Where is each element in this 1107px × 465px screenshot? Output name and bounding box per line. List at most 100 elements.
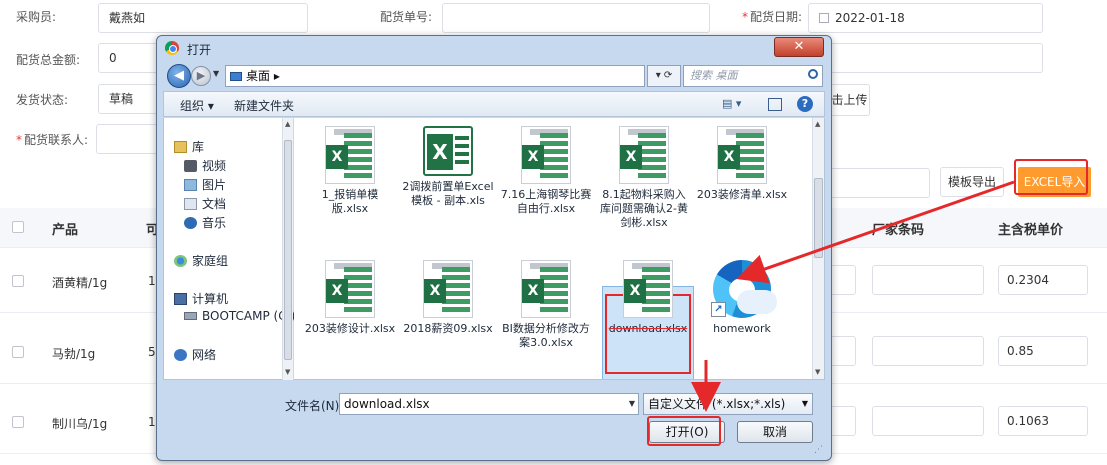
cell-barcode[interactable]	[872, 336, 984, 366]
new-folder-button[interactable]: 新建文件夹	[234, 97, 294, 114]
open-button-highlight	[647, 416, 721, 446]
order-no-field[interactable]	[442, 3, 710, 33]
file-item[interactable]: X 1_报销单模版.xlsx	[304, 126, 396, 216]
cell-input[interactable]	[828, 336, 856, 366]
total-label: 配货总金额:	[16, 53, 81, 67]
breadcrumb-chevron-icon[interactable]: ▸	[274, 69, 280, 83]
scroll-down-icon[interactable]: ▼	[815, 368, 820, 376]
buyer-label: 采购员:	[16, 10, 57, 24]
cell-price[interactable]: 0.1063	[998, 406, 1088, 436]
forward-arrow-icon[interactable]: ▶	[191, 66, 211, 86]
scroll-up-icon[interactable]: ▲	[815, 120, 820, 128]
library-icon	[174, 141, 187, 153]
buyer-field[interactable]: 戴燕如	[98, 3, 308, 33]
template-export-button[interactable]: 模板导出	[940, 167, 1004, 197]
network-icon	[174, 349, 187, 361]
file-item[interactable]: X 2调拨前置单Excel模板 - 副本.xls	[402, 126, 494, 208]
file-list-scroll-thumb[interactable]	[814, 178, 823, 258]
scroll-down-icon[interactable]: ▼	[285, 368, 290, 376]
filename-input[interactable]: download.xlsx ▼	[339, 393, 639, 415]
row-checkbox[interactable]	[12, 275, 24, 287]
sidebar-item-documents[interactable]: 文档	[184, 195, 226, 212]
total-field[interactable]: 0	[98, 43, 158, 73]
organize-menu[interactable]: 组织 ▾	[180, 97, 214, 114]
dialog-title: 打开	[187, 43, 212, 57]
file-type-select[interactable]: 自定义文件 (*.xlsx;*.xls) ▼	[643, 393, 813, 415]
sidebar-item-pictures[interactable]: 图片	[184, 176, 226, 193]
cancel-button[interactable]: 取消	[737, 421, 813, 443]
sidebar-item-bootcamp[interactable]: BOOTCAMP (C:)	[184, 309, 295, 323]
import-file-field[interactable]	[830, 168, 930, 198]
cell-barcode[interactable]	[872, 265, 984, 295]
contact-label: * 配货联系人:	[16, 133, 89, 147]
refresh-icon[interactable]: ▾ ⟳	[647, 65, 681, 87]
close-button[interactable]: ✕	[774, 37, 824, 57]
file-item[interactable]: X 203装修设计.xlsx	[304, 260, 396, 336]
video-icon	[184, 160, 197, 172]
address-text: 桌面	[246, 69, 271, 83]
select-all-checkbox[interactable]	[12, 221, 24, 233]
cell-product: 马勃/1g	[52, 347, 96, 361]
excel-file-icon: X	[623, 260, 673, 318]
file-type-dropdown-icon: ▼	[801, 399, 808, 408]
search-icon	[808, 69, 818, 79]
calendar-icon	[819, 13, 829, 23]
col-unit-price: 主含税单价	[998, 223, 1064, 238]
cell-barcode[interactable]	[872, 406, 984, 436]
excel-file-icon: X	[325, 126, 375, 184]
cell-price[interactable]: 0.85	[998, 336, 1088, 366]
documents-icon	[184, 198, 197, 210]
sidebar-scrollbar[interactable]: ▲ ▼	[282, 118, 293, 380]
sidebar-item-music[interactable]: 音乐	[184, 214, 226, 231]
scroll-up-icon[interactable]: ▲	[285, 120, 290, 128]
filename-label: 文件名(N):	[285, 399, 344, 413]
file-item[interactable]: X 2018薪资09.xlsx	[402, 260, 494, 336]
cell-input[interactable]	[828, 265, 856, 295]
file-item[interactable]: X 8.1起物料采购入库问题需确认2-黄剑彬.xlsx	[598, 126, 690, 230]
edge-shortcut-icon: ↗	[711, 260, 777, 318]
desktop-icon	[230, 72, 242, 81]
preview-pane-icon[interactable]	[768, 98, 782, 111]
upload-button[interactable]: 击上传	[830, 84, 870, 116]
sidebar-item-video[interactable]: 视频	[184, 157, 226, 174]
cell-product: 酒黄精/1g	[52, 276, 108, 290]
computer-icon	[174, 293, 187, 305]
sidebar-item-network[interactable]: 网络	[174, 346, 216, 363]
file-item-download[interactable]: X download.xlsx	[602, 260, 694, 336]
file-list: X 1_报销单模版.xlsx X 2调拨前置单Excel模板 - 副本.xls …	[294, 118, 825, 380]
ship-status-select[interactable]: 草稿	[98, 84, 158, 114]
search-input[interactable]: 搜索 桌面	[683, 65, 823, 87]
open-file-dialog: 打开 ✕ ◀ ▶ ▼ 桌面 ▸ ▾ ⟳ 搜索 桌面 组织 ▾ 新建文件夹 ▤ ▾…	[156, 35, 832, 461]
file-item[interactable]: X 203装修清单.xlsx	[696, 126, 788, 202]
sidebar-scroll-thumb[interactable]	[284, 140, 292, 360]
order-no-label: 配货单号:	[380, 10, 433, 24]
view-options-icon[interactable]: ▤ ▾	[722, 97, 741, 110]
file-list-scrollbar[interactable]: ▲ ▼	[812, 118, 824, 379]
sidebar-item-homegroup[interactable]: 家庭组	[174, 252, 228, 269]
right-field-row2[interactable]	[830, 43, 1043, 73]
cell-product: 制川乌/1g	[52, 417, 108, 431]
file-item[interactable]: ↗ homework	[696, 260, 788, 336]
history-dropdown-icon[interactable]: ▼	[213, 69, 219, 78]
cell-input[interactable]	[828, 406, 856, 436]
back-arrow-icon[interactable]: ◀	[167, 64, 191, 88]
dialog-footer: 文件名(N): download.xlsx ▼ 自定义文件 (*.xlsx;*.x…	[163, 381, 825, 457]
address-bar[interactable]: 桌面 ▸	[225, 65, 645, 87]
sidebar-item-computer[interactable]: 计算机	[174, 290, 228, 307]
excel-app-icon: X	[423, 126, 473, 176]
sidebar-item-library[interactable]: 库	[174, 138, 204, 155]
row-checkbox[interactable]	[12, 416, 24, 428]
resize-grip-icon[interactable]: ⋰	[814, 445, 823, 455]
excel-file-icon: X	[423, 260, 473, 318]
file-item[interactable]: X 7.16上海钢琴比赛自由行.xlsx	[500, 126, 592, 216]
cell-price[interactable]: 0.2304	[998, 265, 1088, 295]
contact-field[interactable]	[96, 124, 158, 154]
ship-status-label: 发货状态:	[16, 93, 69, 107]
order-date-field[interactable]: 2022-01-18	[808, 3, 1043, 33]
order-date-label: * 配货日期:	[742, 10, 803, 24]
row-checkbox[interactable]	[12, 346, 24, 358]
help-icon[interactable]: ?	[797, 96, 813, 112]
excel-file-icon: X	[619, 126, 669, 184]
file-item[interactable]: X BI数据分析修改方案3.0.xlsx	[500, 260, 592, 350]
filename-dropdown-icon[interactable]: ▼	[629, 394, 635, 414]
